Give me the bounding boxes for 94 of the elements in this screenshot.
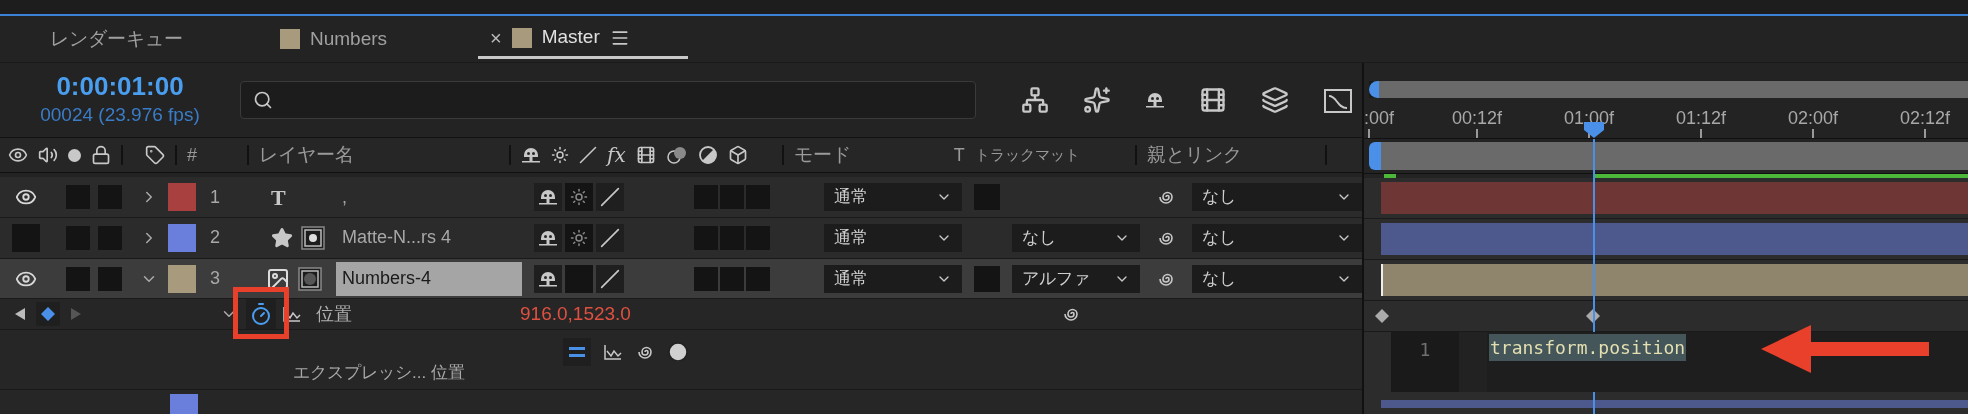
expression-toggle[interactable] xyxy=(563,338,591,367)
switch-box[interactable] xyxy=(66,266,90,291)
shy-icon xyxy=(538,188,558,207)
close-tab-glyph[interactable]: × xyxy=(490,22,502,53)
highlight-frame xyxy=(233,287,289,340)
mode-header: モード xyxy=(793,143,852,168)
keyframe-marker[interactable] xyxy=(1374,308,1390,324)
mask-icon xyxy=(298,266,322,291)
film-icon[interactable] xyxy=(1199,86,1227,115)
ruler-label: 01:12f xyxy=(1675,107,1726,129)
panel-tab[interactable]: レンダーキュー xyxy=(38,19,268,59)
cube-icon xyxy=(727,145,748,166)
keyframe-diamond-icon[interactable] xyxy=(41,307,55,322)
parent-dropdown[interactable]: なし xyxy=(1192,264,1362,293)
number-header: # xyxy=(187,143,197,167)
tab-label[interactable]: Numbers xyxy=(310,24,388,54)
ruler-label: :00f xyxy=(1364,107,1395,129)
expression-label: エクスプレッシ... 位置 xyxy=(293,362,466,385)
lock-icon xyxy=(91,145,111,166)
ruler-label: 00:12f xyxy=(1451,107,1502,129)
sun-icon xyxy=(570,188,588,207)
timecode[interactable]: 0:00:01:00 xyxy=(56,71,184,101)
property-value[interactable]: 916.0,1523.0 xyxy=(520,300,631,329)
track-matte-dropdown[interactable]: なし xyxy=(1012,223,1140,252)
layer-row[interactable]: 2 Matte-N...rs 4 通常 なし なし xyxy=(0,217,1362,259)
label-swatch[interactable] xyxy=(168,264,196,293)
mode-dropdown[interactable]: 通常 xyxy=(824,183,962,212)
layer-row[interactable]: 3 Numbers-4 通常 アルファ なし xyxy=(0,258,1362,300)
speaker-icon xyxy=(38,145,58,166)
preserve-transparency-header: T xyxy=(953,143,965,167)
graph-toggle-icon[interactable] xyxy=(282,305,302,324)
expression-editor[interactable]: 1 transform.position xyxy=(1391,332,1968,392)
switch-box[interactable] xyxy=(720,266,744,291)
label-swatch[interactable] xyxy=(170,394,198,414)
search-field[interactable] xyxy=(240,81,976,120)
label-swatch[interactable] xyxy=(168,223,196,252)
equals-icon xyxy=(569,346,585,359)
parent-link-header: 親とリンク xyxy=(1146,143,1243,168)
search-icon xyxy=(253,90,273,111)
quality-slash-icon[interactable] xyxy=(600,227,620,248)
panel-tab[interactable]: Numbers xyxy=(268,19,478,59)
track-matte-dropdown[interactable]: アルファ xyxy=(1012,264,1140,293)
expression-graph-icon[interactable] xyxy=(603,343,623,362)
circles-icon xyxy=(665,145,688,166)
shy-icon xyxy=(538,228,558,247)
tab-label[interactable]: レンダーキュー xyxy=(50,24,183,54)
layer-number: 2 xyxy=(210,226,221,250)
track-matte-header: トラックマット xyxy=(974,145,1081,166)
stopwatch-icon[interactable] xyxy=(249,302,273,327)
expression-code[interactable]: transform.position xyxy=(1489,334,1687,361)
star-icon xyxy=(271,226,293,249)
layer-number: 1 xyxy=(210,185,221,209)
shy-header-icon xyxy=(521,146,541,165)
property-name: 位置 xyxy=(316,302,352,326)
mask-icon xyxy=(301,225,325,250)
label-swatch[interactable] xyxy=(168,183,196,212)
switch-box[interactable] xyxy=(746,266,770,291)
parent-dropdown[interactable]: なし xyxy=(1192,223,1362,252)
collapse-switch[interactable] xyxy=(565,223,593,252)
layers-icon[interactable] xyxy=(1261,86,1289,115)
layer-name-header[interactable]: レイヤー名 xyxy=(259,141,499,170)
collapse-switch[interactable] xyxy=(565,183,593,212)
tag-icon xyxy=(145,145,165,166)
layer-row[interactable]: 1 T , 通常 なし xyxy=(0,177,1362,218)
quality-slash-icon[interactable] xyxy=(600,187,620,208)
sun-icon xyxy=(551,146,569,165)
frame-count: 00024 (23.976 fps) xyxy=(40,103,200,127)
layer-name[interactable]: Matte-N...rs 4 xyxy=(336,220,458,255)
quality-slash-icon[interactable] xyxy=(600,268,620,289)
collapse-switch[interactable] xyxy=(565,264,593,293)
previous-keyframe-icon[interactable] xyxy=(14,307,26,322)
switch-box[interactable] xyxy=(694,266,718,291)
layer-name[interactable]: Numbers-4 xyxy=(336,261,522,296)
slash-icon xyxy=(579,146,597,165)
half-circle-icon xyxy=(697,145,718,166)
mode-dropdown[interactable]: 通常 xyxy=(824,264,962,293)
line-number: 1 xyxy=(1419,338,1431,362)
switch-box[interactable] xyxy=(98,266,122,291)
layer-name[interactable]: , xyxy=(336,180,353,215)
shy-icon xyxy=(538,269,558,288)
hierarchy-icon[interactable] xyxy=(1021,86,1049,115)
tab-label[interactable]: Master xyxy=(541,23,600,52)
film-strip-icon xyxy=(635,145,656,166)
panel-tab[interactable]: × Master xyxy=(478,19,688,59)
mode-dropdown[interactable]: 通常 xyxy=(824,223,962,252)
shy-toggle-icon xyxy=(1145,91,1165,110)
parent-dropdown[interactable]: なし xyxy=(1192,183,1362,212)
layer-number: 3 xyxy=(210,267,221,290)
ruler-label: 02:00f xyxy=(1787,107,1838,129)
sparkle-icon[interactable] xyxy=(1083,86,1111,115)
fx-header: fx xyxy=(607,142,626,170)
sun-icon xyxy=(570,228,588,247)
text-layer-glyph: T xyxy=(271,183,286,212)
ruler-label: 02:12f xyxy=(1899,107,1950,129)
